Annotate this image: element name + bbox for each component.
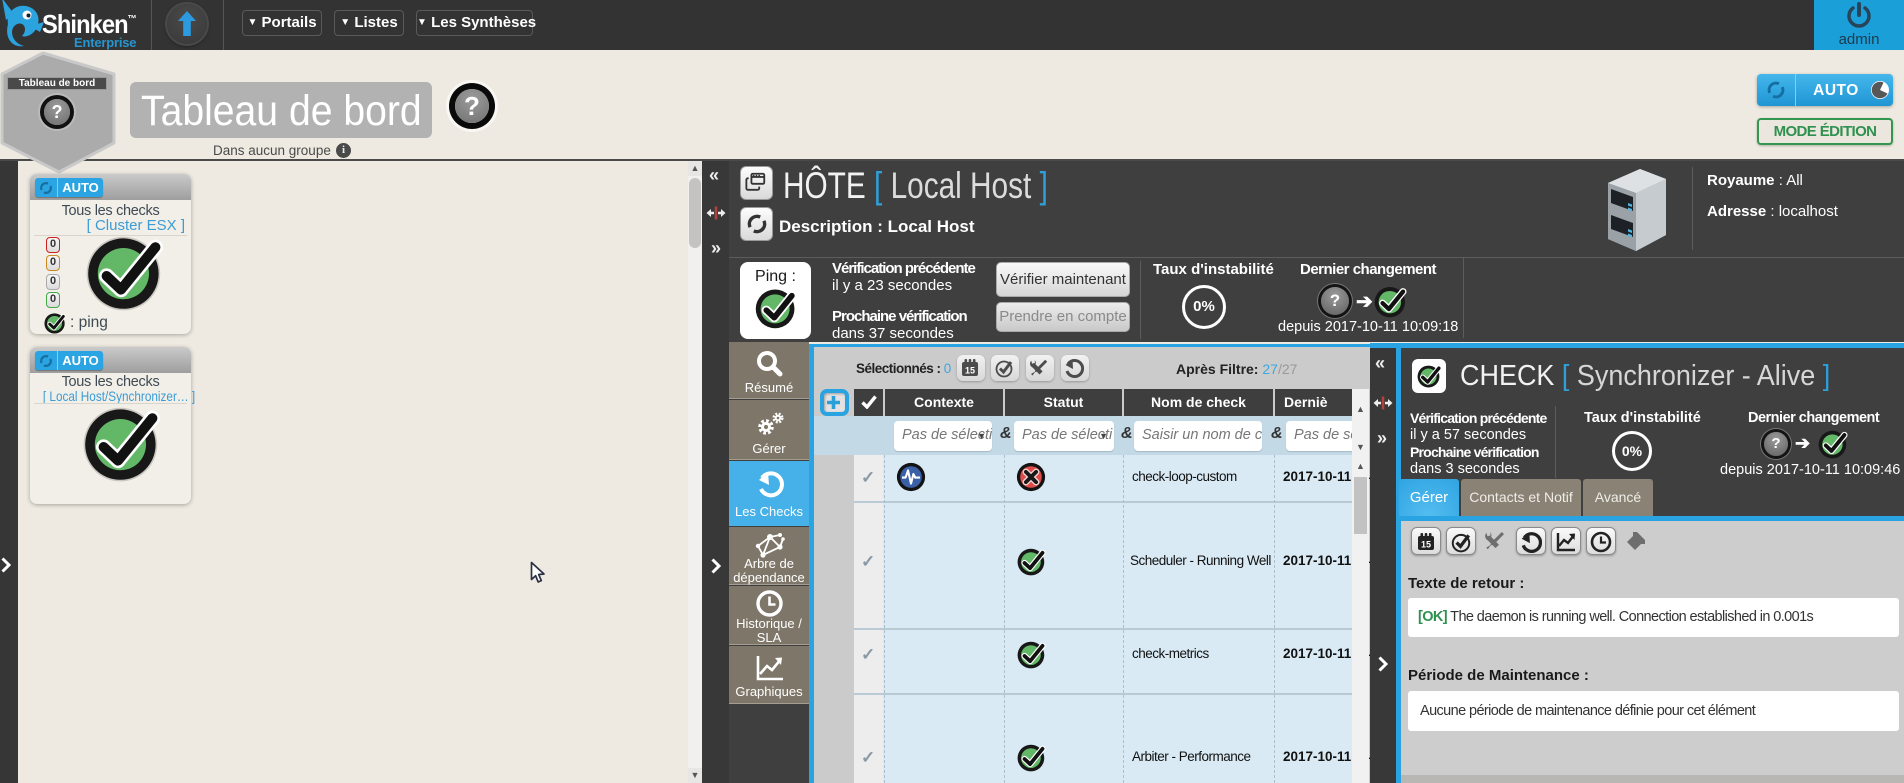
svg-text:15: 15 xyxy=(1421,540,1431,550)
svg-text:15: 15 xyxy=(965,366,975,376)
